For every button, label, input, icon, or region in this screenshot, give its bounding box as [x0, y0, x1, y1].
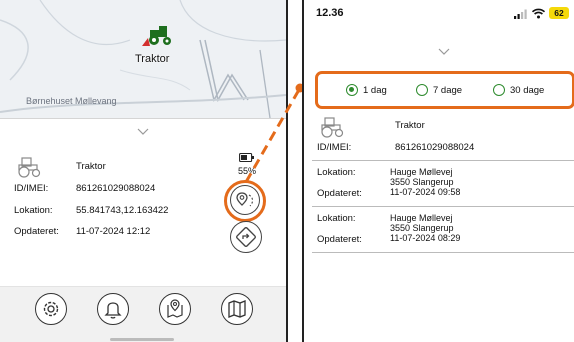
gear-icon: [43, 301, 59, 317]
radio-30-days[interactable]: [493, 84, 505, 96]
radio-7-days[interactable]: [416, 84, 428, 96]
vehicle-name: Traktor: [76, 161, 106, 172]
updated-value: 11-07-2024 12:12: [76, 226, 151, 237]
history-address-line2: 3550 Slangerup: [390, 223, 454, 233]
tractor-map-marker[interactable]: [142, 24, 174, 48]
history-address-line2: 3550 Slangerup: [390, 177, 454, 187]
location-value: 55.841743,12.163422: [76, 205, 169, 216]
bottom-navigation: [0, 286, 286, 342]
geofence-button[interactable]: [159, 293, 191, 325]
alerts-button[interactable]: [97, 293, 129, 325]
id-label: ID/IMEI:: [317, 142, 352, 153]
right-phone-screen: 12.36 62 1 dag 7 dage 30 dage Traktor ID…: [302, 0, 574, 342]
tractor-icon: [18, 157, 41, 178]
vehicle-name: Traktor: [395, 120, 425, 131]
history-updated-value: 11-07-2024 08:29: [390, 233, 461, 243]
divider: [312, 252, 574, 253]
id-label: ID/IMEI:: [14, 183, 49, 194]
divider: [312, 206, 574, 207]
divider: [312, 160, 574, 161]
radio-1-day[interactable]: [346, 84, 358, 96]
left-phone-screen: Traktor Børnehuset Møllevang Traktor ID/…: [0, 0, 288, 342]
map-pin-icon: [167, 299, 183, 318]
location-history-button[interactable]: [230, 185, 260, 215]
map-view[interactable]: Traktor Børnehuset Møllevang: [0, 0, 286, 118]
history-item[interactable]: Lokation: Hauge Møllevej 3550 Slangerup …: [304, 163, 574, 203]
settings-button[interactable]: [35, 293, 67, 325]
id-value: 861261029088024: [76, 183, 156, 194]
chevron-down-icon[interactable]: [438, 48, 450, 56]
status-time: 12.36: [316, 7, 344, 19]
history-address-line1: Hauge Møllevej: [390, 167, 453, 177]
id-value: 861261029088024: [395, 142, 475, 153]
radio-label-1-day[interactable]: 1 dag: [363, 85, 387, 96]
history-updated-value: 11-07-2024 09:58: [390, 187, 461, 197]
wifi-icon: [532, 8, 545, 19]
period-selector: 1 dag 7 dage 30 dage: [315, 71, 574, 109]
history-location-label: Lokation:: [317, 213, 356, 224]
updated-label: Opdateret:: [14, 226, 59, 237]
map-place-label: Børnehuset Møllevang: [26, 96, 117, 106]
bell-icon: [104, 302, 122, 319]
home-indicator: [110, 338, 174, 341]
tractor-icon: [321, 117, 344, 138]
map-button[interactable]: [221, 293, 253, 325]
status-battery: 62: [549, 7, 569, 19]
map-vehicle-label: Traktor: [135, 53, 170, 65]
signal-icon: [514, 9, 527, 19]
battery-percent: 55%: [238, 166, 257, 176]
directions-icon: [236, 227, 256, 247]
history-updated-label: Opdateret:: [317, 188, 362, 199]
battery-icon: [239, 152, 254, 163]
map-icon: [228, 300, 246, 318]
history-updated-label: Opdateret:: [317, 234, 362, 245]
location-label: Lokation:: [14, 205, 53, 216]
directions-button[interactable]: [230, 221, 262, 253]
history-location-label: Lokation:: [317, 167, 356, 178]
location-pin-icon: [236, 192, 254, 207]
history-item[interactable]: Lokation: Hauge Møllevej 3550 Slangerup …: [304, 209, 574, 249]
chevron-down-icon[interactable]: [137, 128, 149, 136]
radio-label-30-days[interactable]: 30 dage: [510, 85, 544, 96]
radio-label-7-days[interactable]: 7 dage: [433, 85, 462, 96]
history-address-line1: Hauge Møllevej: [390, 213, 453, 223]
